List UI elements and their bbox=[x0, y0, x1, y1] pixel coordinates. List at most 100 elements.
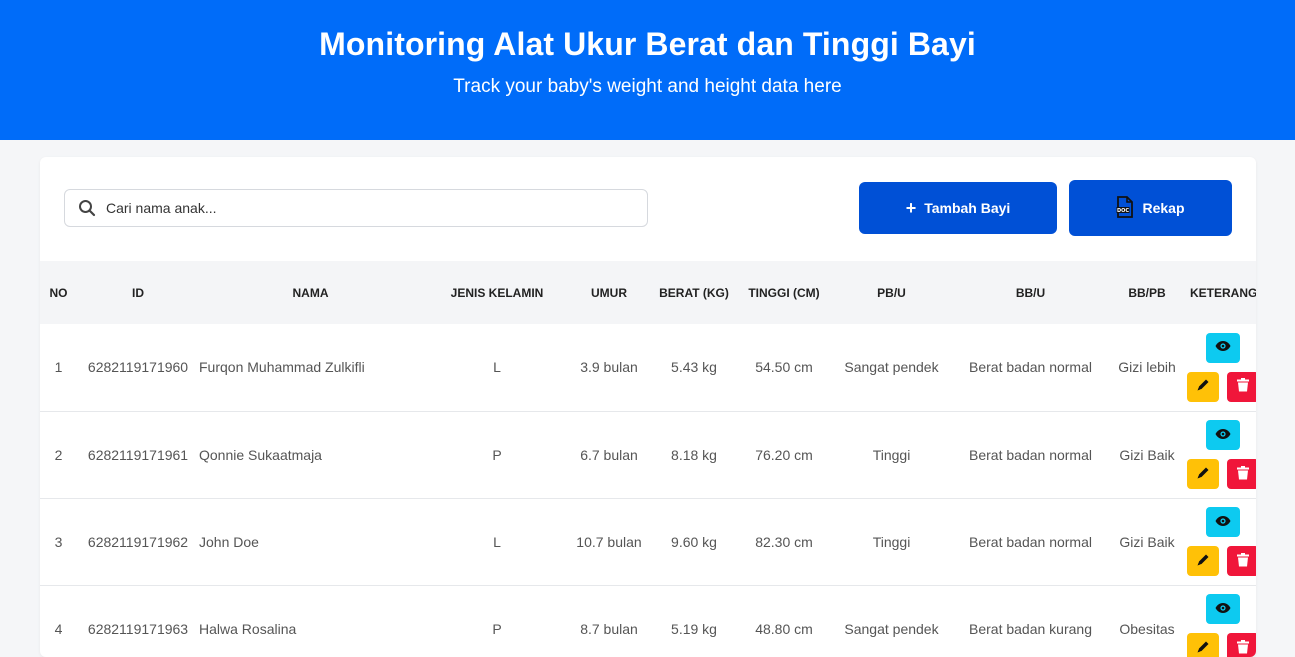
col-no: NO bbox=[49, 285, 68, 300]
cell-berat: 5.43 kg bbox=[646, 324, 742, 412]
cell-no: 3 bbox=[40, 498, 77, 586]
rekap-label: Rekap bbox=[1142, 200, 1185, 216]
pencil-icon bbox=[1196, 466, 1210, 483]
col-umur: UMUR bbox=[591, 285, 627, 300]
cell-berat: 9.60 kg bbox=[646, 498, 742, 586]
search-box[interactable] bbox=[64, 189, 648, 227]
trash-icon bbox=[1237, 552, 1249, 570]
cell-actions bbox=[1187, 411, 1256, 499]
cell-jenis-kelamin: L bbox=[422, 324, 572, 412]
search-icon bbox=[78, 199, 96, 217]
col-nama: NAMA bbox=[292, 285, 329, 300]
cell-no: 1 bbox=[40, 324, 77, 412]
cell-tinggi: 76.20 cm bbox=[742, 411, 826, 499]
cell-berat: 8.18 kg bbox=[646, 411, 742, 499]
col-bbpb: BB/PB bbox=[1128, 285, 1166, 300]
cell-umur: 8.7 bulan bbox=[572, 585, 646, 657]
cell-tinggi: 48.80 cm bbox=[742, 585, 826, 657]
table-body: 1 6282119171960 Furqon Muhammad Zulkifli… bbox=[40, 324, 1256, 657]
delete-button[interactable] bbox=[1227, 633, 1256, 657]
trash-icon bbox=[1237, 465, 1249, 483]
cell-berat: 5.19 kg bbox=[646, 585, 742, 657]
cell-actions bbox=[1187, 585, 1256, 657]
cell-bbu: Berat badan normal bbox=[957, 498, 1104, 586]
cell-nama: John Doe bbox=[199, 498, 422, 586]
cell-pbu: Tinggi bbox=[826, 411, 957, 499]
eye-icon bbox=[1215, 515, 1231, 530]
view-button[interactable] bbox=[1206, 594, 1240, 624]
cell-bbu: Berat badan normal bbox=[957, 411, 1104, 499]
eye-icon bbox=[1215, 428, 1231, 443]
page-subtitle: Track your baby's weight and height data… bbox=[453, 76, 842, 97]
cell-tinggi: 82.30 cm bbox=[742, 498, 826, 586]
cell-pbu: Sangat pendek bbox=[826, 585, 957, 657]
cell-bbu: Berat badan kurang bbox=[957, 585, 1104, 657]
view-button[interactable] bbox=[1206, 332, 1240, 363]
cell-no: 4 bbox=[40, 585, 77, 657]
cell-bbpb: Obesitas bbox=[1104, 585, 1190, 657]
add-baby-button[interactable]: + Tambah Bayi bbox=[859, 182, 1057, 234]
cell-id: 6282119171962 bbox=[77, 498, 199, 586]
cell-pbu: Sangat pendek bbox=[826, 324, 957, 412]
page-title: Monitoring Alat Ukur Berat dan Tinggi Ba… bbox=[319, 26, 976, 62]
baby-table: NO ID NAMA JENIS KELAMIN UMUR BERAT (KG)… bbox=[40, 261, 1256, 657]
add-baby-label: Tambah Bayi bbox=[924, 200, 1011, 216]
pencil-icon bbox=[1196, 553, 1210, 570]
rekap-button[interactable]: DOC Rekap bbox=[1069, 180, 1232, 236]
data-card: + Tambah Bayi DOC Rekap NO ID NAMA JENIS… bbox=[40, 157, 1256, 657]
cell-jenis-kelamin: P bbox=[422, 411, 572, 499]
col-pbu: PB/U bbox=[877, 285, 906, 300]
svg-text:DOC: DOC bbox=[1117, 208, 1129, 214]
col-berat: BERAT (KG) bbox=[659, 285, 729, 300]
eye-icon bbox=[1215, 340, 1231, 355]
table-row: 3 6282119171962 John Doe L 10.7 bulan 9.… bbox=[40, 498, 1256, 586]
cell-no: 2 bbox=[40, 411, 77, 499]
cell-bbu: Berat badan normal bbox=[957, 324, 1104, 412]
pencil-icon bbox=[1196, 640, 1210, 657]
cell-actions bbox=[1187, 324, 1256, 412]
col-tinggi: TINGGI (CM) bbox=[748, 285, 820, 300]
edit-button[interactable] bbox=[1187, 546, 1219, 576]
delete-button[interactable] bbox=[1227, 546, 1256, 576]
cell-bbpb: Gizi lebih bbox=[1104, 324, 1190, 412]
cell-id: 6282119171961 bbox=[77, 411, 199, 499]
edit-button[interactable] bbox=[1187, 633, 1219, 657]
table-header: NO ID NAMA JENIS KELAMIN UMUR BERAT (KG)… bbox=[40, 261, 1256, 324]
plus-icon: + bbox=[905, 198, 917, 218]
table-row: 1 6282119171960 Furqon Muhammad Zulkifli… bbox=[40, 324, 1256, 412]
page-header: Monitoring Alat Ukur Berat dan Tinggi Ba… bbox=[0, 0, 1295, 140]
trash-icon bbox=[1237, 378, 1249, 395]
cell-umur: 10.7 bulan bbox=[572, 498, 646, 586]
pencil-icon bbox=[1196, 378, 1210, 395]
cell-jenis-kelamin: P bbox=[422, 585, 572, 657]
table-row: 2 6282119171961 Qonnie Sukaatmaja P 6.7 … bbox=[40, 411, 1256, 499]
cell-bbpb: Gizi Baik bbox=[1104, 411, 1190, 499]
cell-jenis-kelamin: L bbox=[422, 498, 572, 586]
cell-nama: Qonnie Sukaatmaja bbox=[199, 411, 422, 499]
cell-actions bbox=[1187, 498, 1256, 586]
edit-button[interactable] bbox=[1187, 459, 1219, 489]
delete-button[interactable] bbox=[1227, 371, 1256, 402]
cell-bbpb: Gizi Baik bbox=[1104, 498, 1190, 586]
view-button[interactable] bbox=[1206, 420, 1240, 450]
edit-button[interactable] bbox=[1187, 371, 1219, 402]
trash-icon bbox=[1237, 639, 1249, 657]
cell-umur: 3.9 bulan bbox=[572, 324, 646, 412]
cell-umur: 6.7 bulan bbox=[572, 411, 646, 499]
cell-nama: Furqon Muhammad Zulkifli bbox=[199, 324, 422, 412]
cell-tinggi: 54.50 cm bbox=[742, 324, 826, 412]
cell-nama: Halwa Rosalina bbox=[199, 585, 422, 657]
cell-id: 6282119171960 bbox=[77, 324, 199, 412]
doc-file-icon: DOC bbox=[1116, 195, 1134, 221]
view-button[interactable] bbox=[1206, 507, 1240, 537]
table-row: 4 6282119171963 Halwa Rosalina P 8.7 bul… bbox=[40, 585, 1256, 657]
search-input[interactable] bbox=[106, 200, 626, 216]
delete-button[interactable] bbox=[1227, 459, 1256, 489]
col-jenis-kelamin: JENIS KELAMIN bbox=[450, 285, 544, 300]
col-id: ID bbox=[132, 285, 144, 300]
cell-id: 6282119171963 bbox=[77, 585, 199, 657]
col-bbu: BB/U bbox=[1015, 285, 1046, 300]
col-keterangan: KETERANGAN bbox=[1190, 285, 1256, 300]
eye-icon bbox=[1215, 602, 1231, 617]
cell-pbu: Tinggi bbox=[826, 498, 957, 586]
